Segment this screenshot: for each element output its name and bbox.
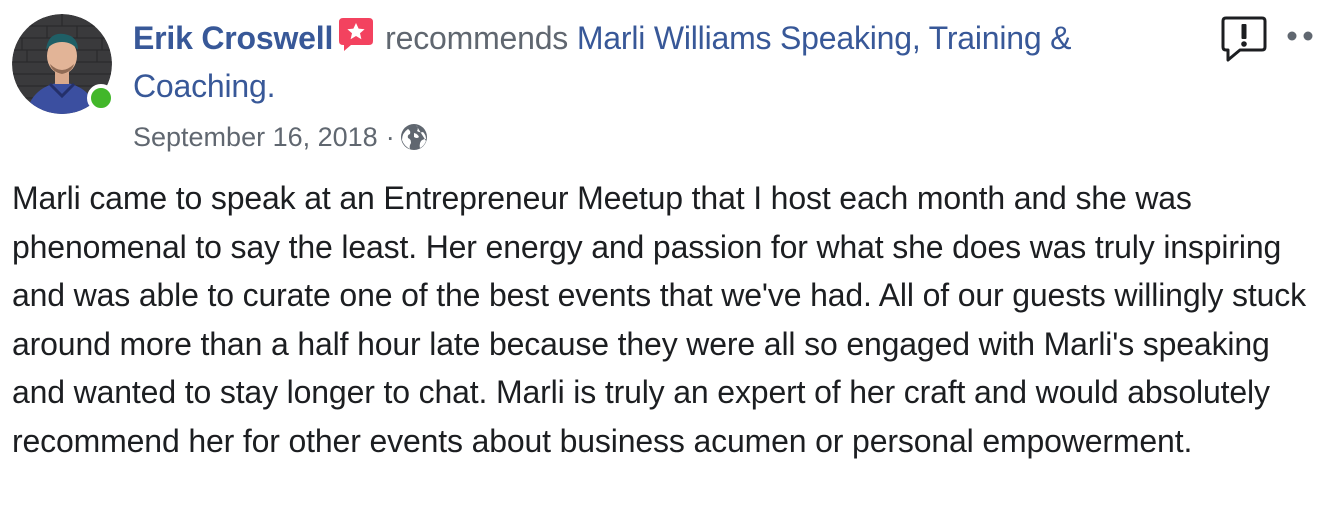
- more-options-icon[interactable]: [1286, 28, 1316, 44]
- recommendation-post: Erik Croswell recommends Marli Williams …: [0, 0, 1318, 530]
- online-status-indicator: [87, 84, 115, 112]
- author-avatar-container[interactable]: [12, 14, 115, 114]
- action-verb: recommends: [385, 20, 569, 56]
- post-body-text: Marli came to speak at an Entrepreneur M…: [12, 180, 1306, 459]
- meta-separator: ·: [385, 122, 395, 152]
- recommendation-star-badge-icon: [339, 18, 374, 51]
- post-meta: September 16, 2018 ·: [133, 117, 429, 157]
- report-flag-icon[interactable]: [1220, 14, 1268, 62]
- globe-icon[interactable]: [399, 122, 429, 152]
- post-timestamp[interactable]: September 16, 2018: [133, 117, 378, 157]
- post-header: Erik Croswell recommends Marli Williams …: [133, 14, 1183, 110]
- author-name-link[interactable]: Erik Croswell: [133, 20, 333, 56]
